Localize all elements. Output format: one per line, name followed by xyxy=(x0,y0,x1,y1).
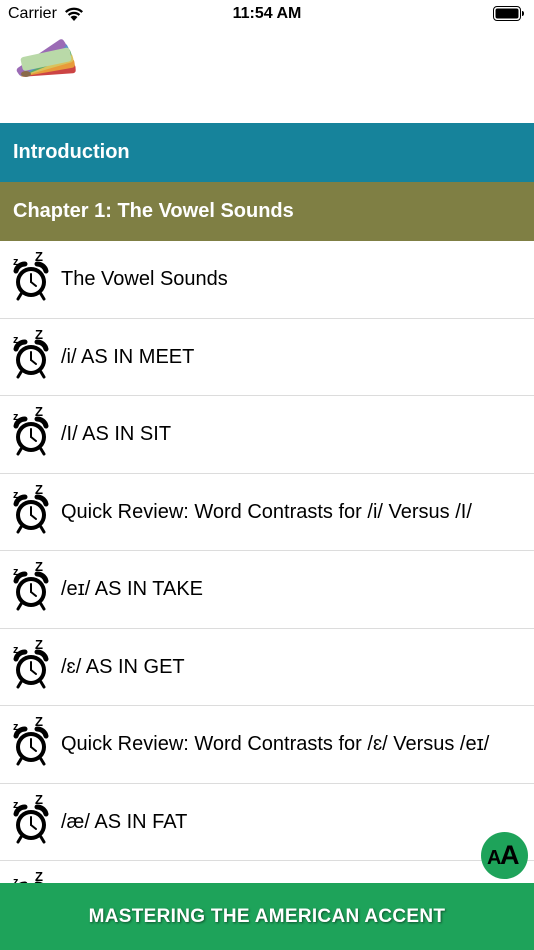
font-size-large-a: A xyxy=(500,840,520,870)
lesson-item[interactable]: z Z Quick Review: Word Contrasts for /ɛ/ V… xyxy=(0,706,534,784)
introduction-label: Introduction xyxy=(13,141,130,163)
chapter-1-header[interactable]: Chapter 1: The Vowel Sounds xyxy=(0,182,534,241)
battery-icon xyxy=(493,6,524,21)
lesson-title: Quick Review: Word Contrasts for /ɛ/ Ver… xyxy=(61,733,490,755)
lesson-title: /eɪ/ AS IN TAKE xyxy=(61,578,203,600)
lesson-title: /æ/ AS IN FAT xyxy=(61,810,188,833)
app-title: MASTERING THE AMERICAN ACCENT xyxy=(88,906,446,927)
lesson-item[interactable]: zZ xyxy=(0,861,534,883)
lesson-item[interactable]: z Z/ɛ/ AS IN GET xyxy=(0,629,534,706)
lesson-title: /I/ AS IN SIT xyxy=(61,423,172,445)
svg-text:z: z xyxy=(13,876,19,883)
alarm-clock-icon: zZ xyxy=(11,637,51,695)
lesson-title: /i/ AS IN MEET xyxy=(61,345,195,368)
lesson-item[interactable]: z Z/i/ AS IN MEET xyxy=(0,319,534,396)
alarm-clock-icon: zZ xyxy=(11,249,51,307)
color-swatch-fan-logo[interactable] xyxy=(12,36,82,82)
lesson-title: /ɛ/ AS IN GET xyxy=(61,655,185,678)
lesson-title: Quick Review: Word Contrasts for /i/ Ver… xyxy=(61,500,472,523)
lesson-item[interactable]: z Z/æ/ AS IN FAT xyxy=(0,784,534,861)
lesson-list[interactable]: z Z The Vowel Sounds z Z/i/ AS IN MEET z Z/I/ … xyxy=(0,241,534,883)
lesson-item[interactable]: z Z/eɪ/ AS IN TAKE xyxy=(0,551,534,629)
lesson-item[interactable]: z Z Quick Review: Word Contrasts for /i/ V… xyxy=(0,474,534,551)
introduction-header[interactable]: Introduction xyxy=(0,123,534,182)
status-time: 11:54 AM xyxy=(232,5,302,22)
chapter-1-label: Chapter 1: The Vowel Sounds xyxy=(13,200,294,222)
font-size-button[interactable]: A A xyxy=(481,832,528,879)
alarm-clock-icon: zZ xyxy=(11,792,51,850)
lesson-title: The Vowel Sounds xyxy=(61,268,228,290)
alarm-clock-icon: zZ xyxy=(11,404,51,462)
lesson-item[interactable]: z Z The Vowel Sounds xyxy=(0,241,534,319)
alarm-clock-icon: zZ xyxy=(11,482,51,540)
alarm-clock-icon: zZ xyxy=(11,559,51,617)
alarm-clock-icon: zZ xyxy=(11,869,51,883)
status-bar: Carrier 11:54 AM xyxy=(0,0,534,28)
alarm-clock-icon: zZ xyxy=(11,714,51,772)
bottom-bar: MASTERING THE AMERICAN ACCENT xyxy=(0,883,534,950)
svg-text:Z: Z xyxy=(35,870,43,883)
alarm-clock-icon: zZ xyxy=(11,327,51,385)
lesson-item[interactable]: z Z/I/ AS IN SIT xyxy=(0,396,534,474)
